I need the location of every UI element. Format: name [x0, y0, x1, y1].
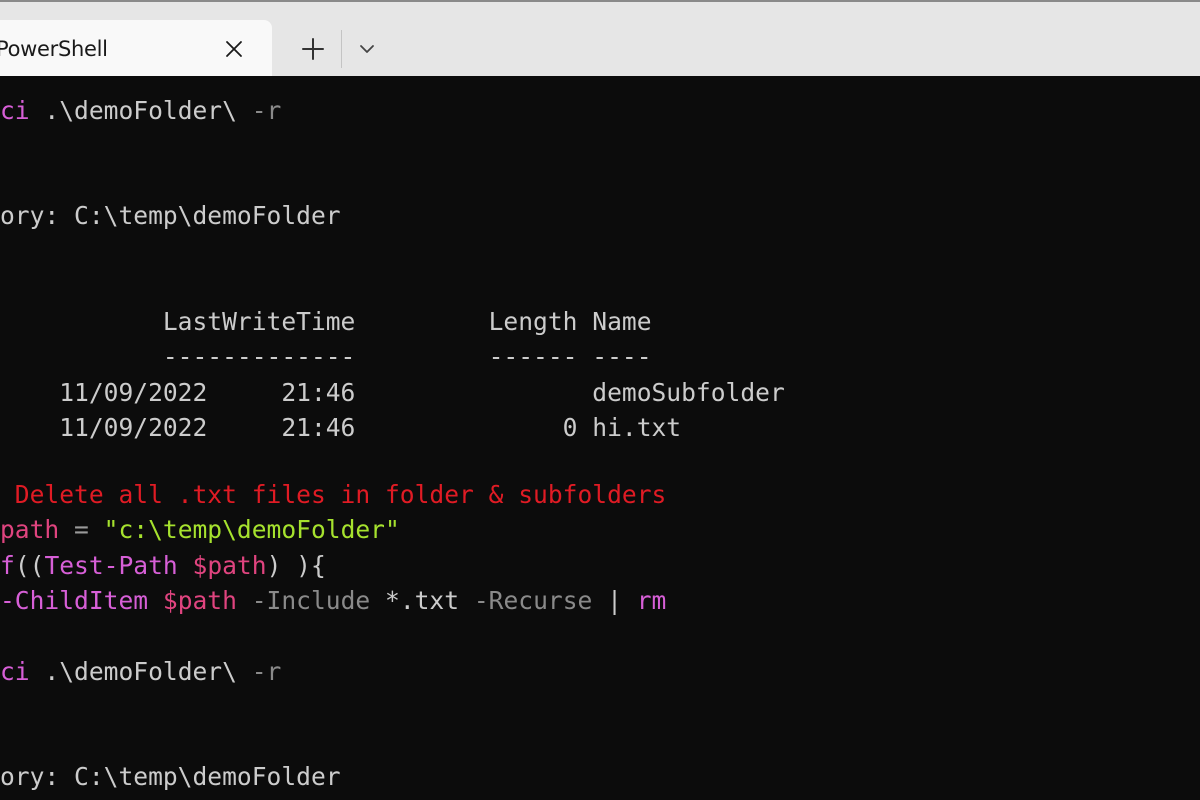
function-name: Test-Path — [44, 551, 178, 580]
close-icon — [226, 41, 242, 57]
assignment-operator: = — [59, 515, 104, 544]
title-bar: PowerShell — [0, 0, 1200, 78]
assignment-line: path = "c:\temp\demoFolder" — [0, 515, 400, 545]
command-argument: .\demoFolder\ — [29, 96, 252, 125]
include-parameter: -Include — [236, 586, 371, 615]
pipeline-line: -ChildItem $path -Include *.txt -Recurse… — [0, 586, 666, 616]
close-paren: ) ){ — [266, 551, 326, 580]
chevron-down-icon — [360, 45, 374, 53]
recurse-parameter: -Recurse — [459, 586, 593, 615]
terminal-window: PowerShell ci .\demoFolder\ -r ory: C:\t… — [0, 0, 1200, 800]
open-paren: (( — [14, 551, 45, 580]
tab-title: PowerShell — [0, 37, 108, 61]
new-tab-button[interactable] — [296, 32, 330, 66]
command-line: ci .\demoFolder\ -r — [0, 657, 281, 687]
titlebar-divider — [341, 30, 342, 68]
command-parameter: -r — [251, 96, 282, 125]
comment-line: Delete all .txt files in folder & subfol… — [0, 480, 667, 509]
variable-name: $path — [192, 551, 267, 580]
variable-name: path — [0, 515, 60, 544]
terminal-output[interactable]: ci .\demoFolder\ -r ory: C:\temp\demoFol… — [0, 76, 1200, 800]
command-argument: .\demoFolder\ — [29, 657, 252, 686]
table-header: LastWriteTime Length Name — [0, 307, 652, 336]
if-statement-line: f((Test-Path $path) ){ — [0, 551, 326, 581]
directory-line: ory: C:\temp\demoFolder — [0, 762, 341, 791]
table-row: 11/09/2022 21:46 0 hi.txt — [0, 413, 682, 442]
variable-name: $path — [162, 586, 237, 615]
command-line: ci .\demoFolder\ -r — [0, 96, 281, 126]
tab-close-button[interactable] — [220, 35, 248, 63]
command-name: ci — [0, 96, 30, 125]
profile-dropdown-button[interactable] — [352, 32, 382, 66]
keyword: f — [0, 551, 15, 580]
pipe-operator: | — [592, 586, 637, 615]
cmdlet-name: -ChildItem — [0, 586, 149, 615]
command-name: ci — [0, 657, 30, 686]
table-row: 11/09/2022 21:46 demoSubfolder — [0, 378, 785, 407]
plus-icon — [302, 38, 324, 60]
directory-line: ory: C:\temp\demoFolder — [0, 201, 341, 230]
remove-command: rm — [636, 586, 667, 615]
string-literal: "c:\temp\demoFolder" — [103, 515, 400, 544]
table-header-underline: ------------- ------ ---- — [0, 342, 652, 371]
command-parameter: -r — [251, 657, 282, 686]
include-argument: *.txt — [370, 586, 460, 615]
tab-powershell[interactable]: PowerShell — [0, 20, 272, 78]
